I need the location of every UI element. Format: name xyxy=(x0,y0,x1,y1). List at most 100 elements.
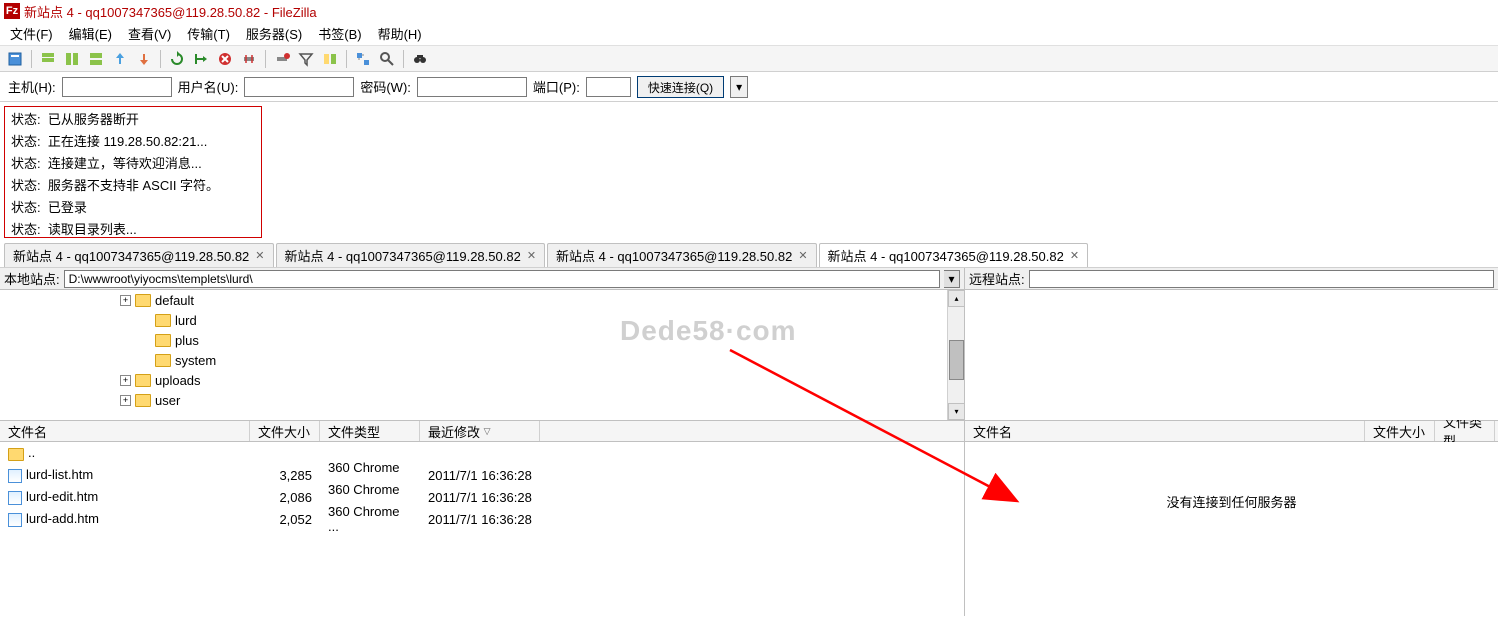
toggle-queue-button[interactable] xyxy=(85,48,107,70)
tree-node-label: lurd xyxy=(175,313,197,328)
log-label: 状态: xyxy=(11,156,41,171)
user-input[interactable] xyxy=(244,77,354,97)
file-name: .. xyxy=(28,445,35,460)
log-label: 状态: xyxy=(11,134,41,149)
tab-connection[interactable]: 新站点 4 - qq1007347365@119.28.50.82 ✕ xyxy=(276,243,546,267)
path-dropdown-icon[interactable]: ▾ xyxy=(944,270,960,288)
menu-transfer[interactable]: 传输(T) xyxy=(181,22,236,45)
tree-node[interactable]: system xyxy=(0,350,964,370)
folder-up-icon xyxy=(8,448,24,461)
folder-icon xyxy=(155,354,171,367)
col-type[interactable]: 文件类型 xyxy=(1435,421,1495,441)
tab-connection[interactable]: 新站点 4 - qq1007347365@119.28.50.82✕ xyxy=(819,243,1089,267)
window-title: 新站点 4 - qq1007347365@119.28.50.82 - File… xyxy=(24,2,317,21)
pass-label: 密码(W): xyxy=(360,77,411,96)
toolbar-separator xyxy=(265,50,266,68)
remote-file-header: 文件名 文件大小 文件类型 xyxy=(965,420,1498,442)
tree-node[interactable]: + uploads xyxy=(0,370,964,390)
tree-node[interactable]: +default xyxy=(0,290,964,310)
local-file-header: 文件名 文件大小 文件类型 最近修改 ▽ xyxy=(0,420,964,442)
tab-connection[interactable]: 新站点 4 - qq1007347365@119.28.50.82✕ xyxy=(547,243,817,267)
refresh-button[interactable] xyxy=(166,48,188,70)
download-button[interactable] xyxy=(133,48,155,70)
tree-node[interactable]: + user xyxy=(0,390,964,410)
local-site-label: 本地站点: xyxy=(4,269,60,288)
remote-pane: 远程站点: 文件名 文件大小 文件类型 没有连接到任何服务器 xyxy=(965,268,1498,616)
tree-node-label: user xyxy=(155,393,180,408)
filter-button[interactable] xyxy=(295,48,317,70)
toggle-tree-button[interactable] xyxy=(61,48,83,70)
file-row[interactable]: lurd-edit.htm2,086360 Chrome ...2011/7/1… xyxy=(0,486,964,508)
local-path-input[interactable] xyxy=(64,270,940,288)
tree-expander-icon[interactable]: + xyxy=(120,295,131,306)
tree-node-label: uploads xyxy=(155,373,201,388)
toolbar-separator xyxy=(31,50,32,68)
tree-node[interactable]: lurd xyxy=(0,310,964,330)
cancel-button[interactable] xyxy=(214,48,236,70)
col-size[interactable]: 文件大小 xyxy=(250,421,320,441)
toggle-log-button[interactable] xyxy=(37,48,59,70)
compare-button[interactable] xyxy=(319,48,341,70)
close-icon[interactable]: ✕ xyxy=(527,249,536,262)
local-tree[interactable]: +default lurd plussystem + uploads + user ▴ ▾ xyxy=(0,290,964,420)
host-label: 主机(H): xyxy=(8,77,56,96)
quickconnect-button[interactable]: 快速连接(Q) xyxy=(637,76,724,98)
upload-button[interactable] xyxy=(109,48,131,70)
log-box[interactable]: 状态: 已从服务器断开 状态: 正在连接 119.28.50.82:21... … xyxy=(4,106,262,238)
log-text: 连接建立，等待欢迎消息... xyxy=(48,156,202,171)
col-modified[interactable]: 最近修改 ▽ xyxy=(420,421,540,441)
remote-tree[interactable] xyxy=(965,290,1498,420)
reconnect-button[interactable] xyxy=(271,48,293,70)
close-icon[interactable]: ✕ xyxy=(255,249,264,262)
remote-empty-message: 没有连接到任何服务器 xyxy=(965,442,1498,511)
toolbar-separator xyxy=(346,50,347,68)
search-button[interactable] xyxy=(376,48,398,70)
local-file-list[interactable]: .. lurd-list.htm3,285360 Chrome ...2011/7… xyxy=(0,442,964,616)
sync-browse-button[interactable] xyxy=(352,48,374,70)
menu-bookmarks[interactable]: 书签(B) xyxy=(312,22,367,45)
log-text: 服务器不支持非 ASCII 字符。 xyxy=(48,178,219,193)
remote-site-label: 远程站点: xyxy=(969,269,1025,288)
file-name: lurd-add.htm xyxy=(26,511,99,526)
menu-server[interactable]: 服务器(S) xyxy=(240,22,308,45)
file-modified: 2011/7/1 16:36:28 xyxy=(420,490,570,505)
col-name[interactable]: 文件名 xyxy=(0,421,250,441)
menu-file[interactable]: 文件(F) xyxy=(4,22,59,45)
col-name[interactable]: 文件名 xyxy=(965,421,1365,441)
file-size: 2,086 xyxy=(250,490,320,505)
menu-edit[interactable]: 编辑(E) xyxy=(63,22,118,45)
scrollbar-vertical[interactable]: ▴ ▾ xyxy=(947,290,964,420)
scroll-up-icon[interactable]: ▴ xyxy=(948,290,964,307)
file-row[interactable]: lurd-add.htm2,052360 Chrome ...2011/7/1 … xyxy=(0,508,964,530)
close-icon[interactable]: ✕ xyxy=(1070,249,1079,262)
tree-node[interactable]: plus xyxy=(0,330,964,350)
pass-input[interactable] xyxy=(417,77,527,97)
tree-expander-icon[interactable]: + xyxy=(120,375,131,386)
menu-help[interactable]: 帮助(H) xyxy=(372,22,428,45)
file-icon xyxy=(8,469,22,483)
tab-connection[interactable]: 新站点 4 - qq1007347365@119.28.50.82✕ xyxy=(4,243,274,267)
host-input[interactable] xyxy=(62,77,172,97)
remote-path-input[interactable] xyxy=(1029,270,1494,288)
close-icon[interactable]: ✕ xyxy=(798,249,807,262)
scroll-down-icon[interactable]: ▾ xyxy=(948,403,964,420)
tree-expander-icon[interactable]: + xyxy=(120,395,131,406)
log-label: 状态: xyxy=(11,178,41,193)
col-size[interactable]: 文件大小 xyxy=(1365,421,1435,441)
scroll-thumb[interactable] xyxy=(949,340,964,380)
file-row[interactable]: lurd-list.htm3,285360 Chrome ...2011/7/1… xyxy=(0,464,964,486)
binoculars-button[interactable] xyxy=(409,48,431,70)
port-input[interactable] xyxy=(586,77,631,97)
quickconnect-dropdown[interactable]: ▾ xyxy=(730,76,748,98)
process-queue-button[interactable] xyxy=(190,48,212,70)
port-label: 端口(P): xyxy=(533,77,580,96)
col-type[interactable]: 文件类型 xyxy=(320,421,420,441)
log-text: 读取目录列表... xyxy=(48,222,137,237)
disconnect-button[interactable] xyxy=(238,48,260,70)
site-manager-button[interactable] xyxy=(4,48,26,70)
file-row[interactable]: .. xyxy=(0,442,964,464)
menu-view[interactable]: 查看(V) xyxy=(122,22,177,45)
folder-icon xyxy=(135,394,151,407)
remote-file-list[interactable]: 没有连接到任何服务器 xyxy=(965,442,1498,616)
tab-label: 新站点 4 - qq1007347365@119.28.50.82 xyxy=(285,246,521,265)
